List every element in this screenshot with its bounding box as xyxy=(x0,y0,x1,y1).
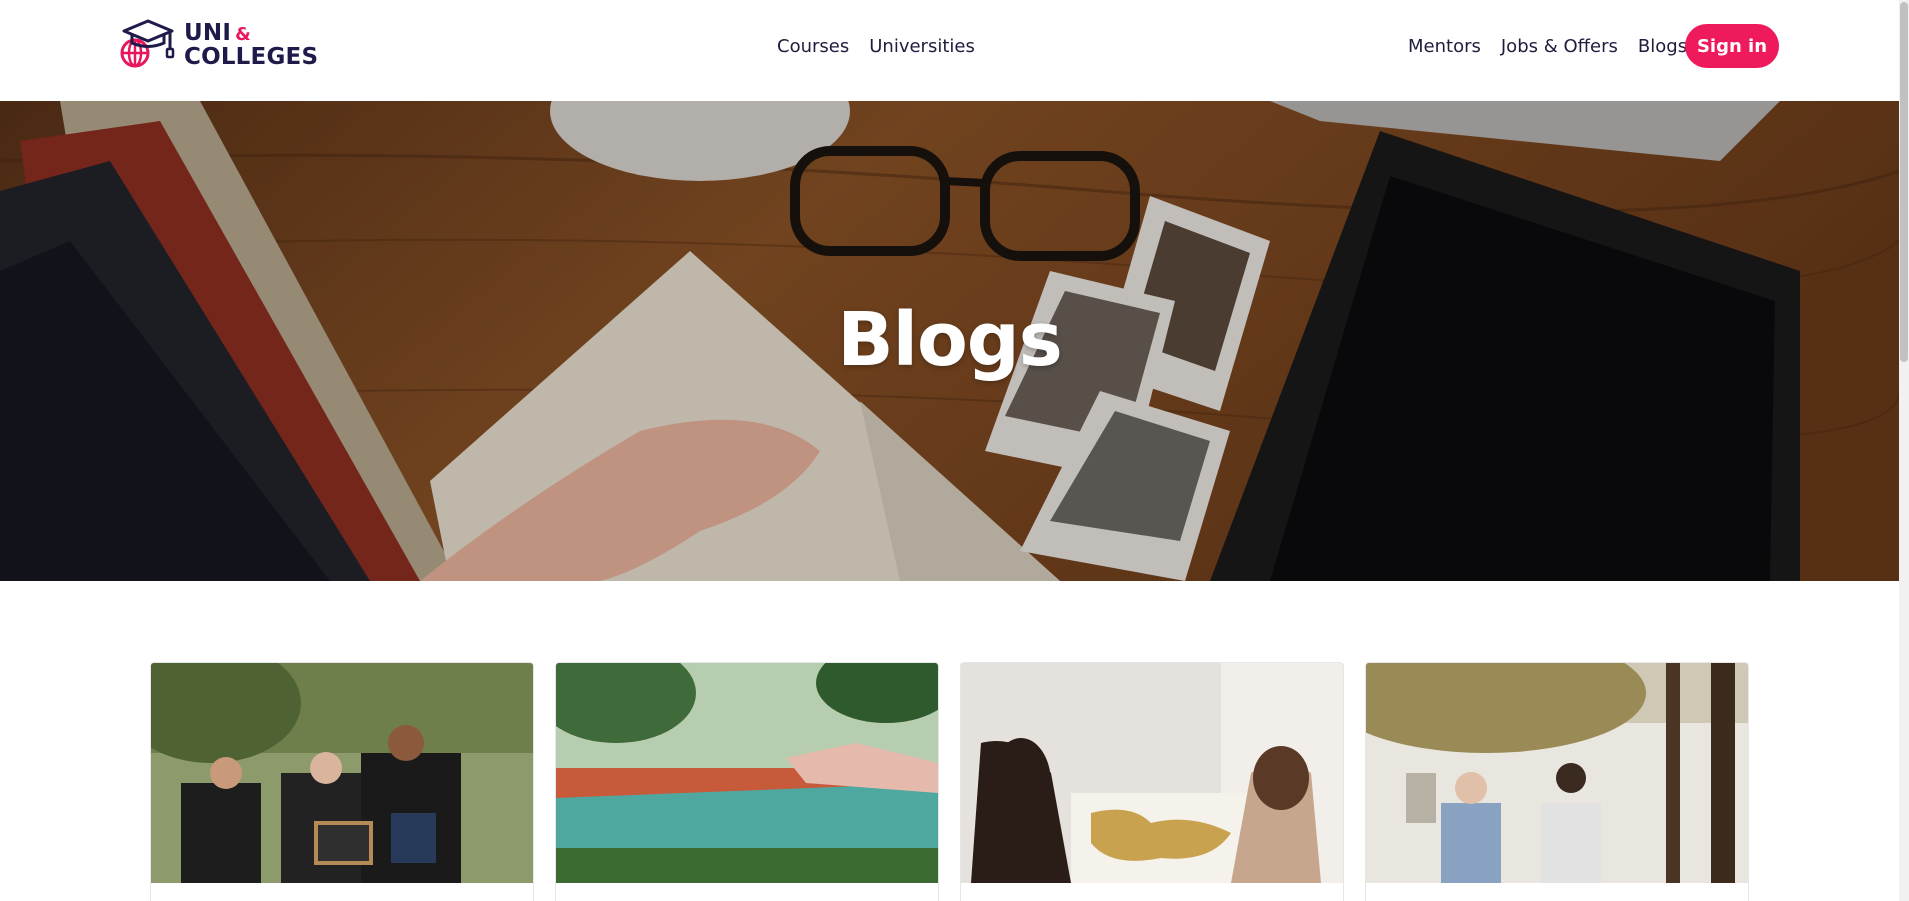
nav-courses[interactable]: Courses xyxy=(777,34,849,60)
blog-card[interactable] xyxy=(555,662,939,901)
blog-card[interactable] xyxy=(1365,662,1749,901)
blog-card[interactable] xyxy=(960,662,1344,901)
scrollbar-thumb[interactable] xyxy=(1900,2,1908,362)
blog-card[interactable] xyxy=(150,662,534,901)
blog-card-image-pool xyxy=(556,663,938,883)
logo-uni: UNI xyxy=(184,20,232,46)
blog-card-list xyxy=(150,662,1750,901)
logo-globe-cap-icon xyxy=(120,19,175,68)
page-title: Blogs xyxy=(837,297,1063,383)
nav-jobs-offers[interactable]: Jobs & Offers xyxy=(1501,34,1618,60)
logo-wordmark: UNI & COLLEGES xyxy=(184,20,319,70)
blog-card-image-graduates xyxy=(151,663,533,883)
blog-card-image-map xyxy=(961,663,1343,883)
blog-card-image-campus xyxy=(1366,663,1748,883)
nav-universities[interactable]: Universities xyxy=(869,34,975,60)
sign-in-button[interactable]: Sign in xyxy=(1685,24,1779,68)
page-scrollbar[interactable] xyxy=(1899,0,1909,901)
logo[interactable]: UNI & COLLEGES xyxy=(118,19,319,70)
hero-banner: Blogs xyxy=(0,101,1899,581)
logo-ampersand: & xyxy=(235,24,251,45)
primary-nav: Courses Universities xyxy=(777,34,975,60)
logo-colleges: COLLEGES xyxy=(184,44,319,70)
secondary-nav: Mentors Jobs & Offers Blogs xyxy=(1408,34,1687,60)
top-navbar: UNI & COLLEGES Courses Universities Mento… xyxy=(0,0,1899,101)
nav-blogs[interactable]: Blogs xyxy=(1638,34,1687,60)
page: UNI & COLLEGES Courses Universities Mento… xyxy=(0,0,1909,901)
nav-mentors[interactable]: Mentors xyxy=(1408,34,1481,60)
